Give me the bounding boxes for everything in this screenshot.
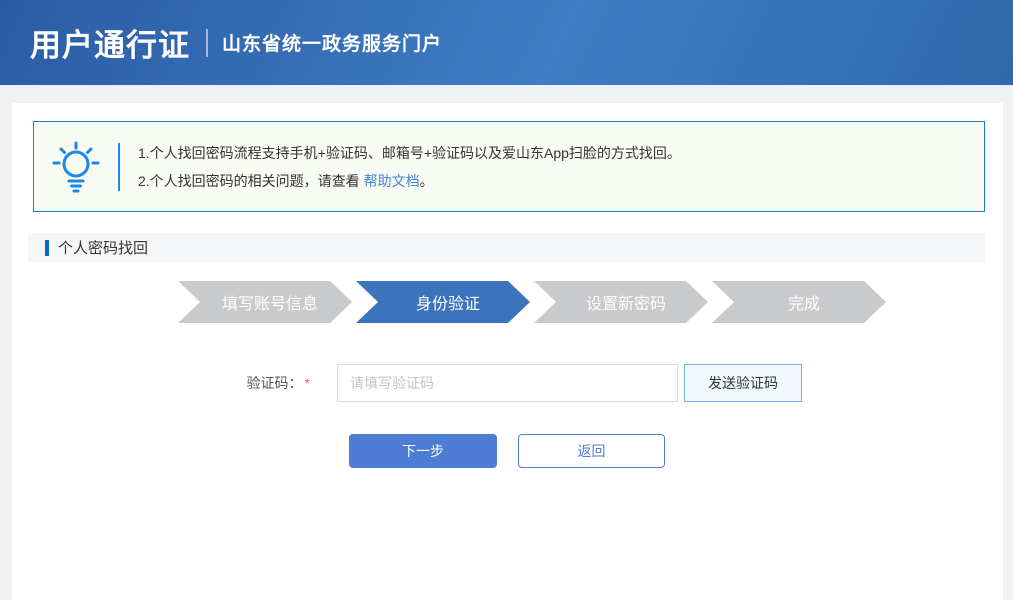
main-panel: 1.个人找回密码流程支持手机+验证码、邮箱号+验证码以及爱山东App扫脸的方式找… [12, 103, 1003, 600]
notice-line-1: 1.个人找回密码流程支持手机+验证码、邮箱号+验证码以及爱山东App扫脸的方式找… [138, 139, 681, 167]
captcha-label: 验证码：* [110, 364, 310, 402]
section-title-bar: 个人密码找回 [28, 233, 985, 262]
section-title: 个人密码找回 [58, 237, 148, 258]
header-divider [206, 29, 208, 57]
notice-line-2: 2.个人找回密码的相关问题，请查看 帮助文档。 [138, 167, 681, 195]
notice-text: 1.个人找回密码流程支持手机+验证码、邮箱号+验证码以及爱山东App扫脸的方式找… [120, 139, 681, 195]
portal-title: 用户通行证 [30, 20, 190, 65]
required-marker: * [305, 375, 310, 391]
section-accent-bar [45, 240, 49, 256]
captcha-input[interactable] [337, 364, 678, 402]
help-doc-link[interactable]: 帮助文档 [364, 173, 420, 189]
step-set-new-password: 设置新密码 [534, 281, 708, 323]
step-fill-account-info: 填写账号信息 [178, 281, 352, 323]
back-button[interactable]: 返回 [518, 434, 665, 468]
next-step-button[interactable]: 下一步 [349, 434, 497, 468]
lightbulb-icon [34, 139, 118, 195]
notice-box: 1.个人找回密码流程支持手机+验证码、邮箱号+验证码以及爱山东App扫脸的方式找… [33, 121, 985, 212]
step-wizard: 填写账号信息 身份验证 设置新密码 完成 [178, 281, 886, 323]
page-header: 用户通行证 山东省统一政务服务门户 [0, 0, 1013, 85]
portal-subtitle: 山东省统一政务服务门户 [222, 29, 442, 56]
step-identity-verification: 身份验证 [356, 281, 530, 323]
send-code-button[interactable]: 发送验证码 [684, 364, 802, 402]
step-complete: 完成 [712, 281, 886, 323]
